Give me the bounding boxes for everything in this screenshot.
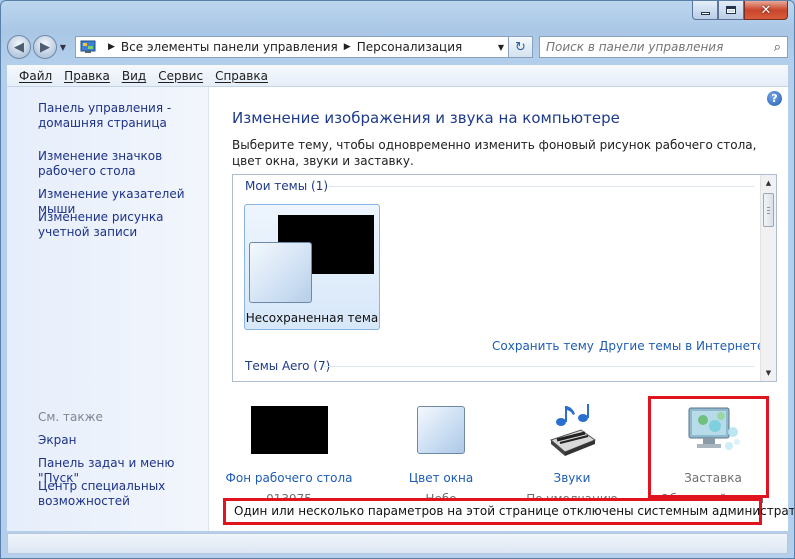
refresh-button[interactable]: ↻ xyxy=(509,36,533,58)
refresh-icon: ↻ xyxy=(515,39,526,55)
search-box[interactable]: ⌕ xyxy=(539,36,788,58)
navigation-bar: ◀ ▶ ▼ ▶ Все элементы панели управления ▶… xyxy=(7,31,788,63)
search-input[interactable] xyxy=(546,40,774,54)
close-icon: ✕ xyxy=(760,2,772,18)
theme-list[interactable]: Мои темы (1) Несохраненная тема Сохранит… xyxy=(232,174,777,382)
theme-window-color-preview xyxy=(249,242,312,303)
menu-bar: Файл Правка Вид Сервис Справка xyxy=(7,65,788,87)
my-themes-header: Мои темы (1) xyxy=(245,179,329,193)
help-icon: ? xyxy=(771,92,778,105)
breadcrumb-separator-icon: ▶ xyxy=(343,42,351,52)
breadcrumb-personalization[interactable]: Персонализация xyxy=(357,40,463,54)
page-description: Выберите тему, чтобы одновременно измени… xyxy=(232,138,757,168)
control-panel-home-link[interactable]: Панель управления - домашняя страница xyxy=(38,101,208,131)
close-button[interactable]: ✕ xyxy=(744,1,788,20)
group-divider xyxy=(329,186,754,187)
personalization-window: ✕ ◀ ▶ ▼ ▶ Все элементы панели управления… xyxy=(0,0,795,559)
menu-tools[interactable]: Сервис xyxy=(152,69,209,83)
sounds-icon xyxy=(550,404,597,456)
menu-edit[interactable]: Правка xyxy=(58,69,116,83)
window-color-label[interactable]: Цвет окна xyxy=(376,471,506,485)
help-button[interactable]: ? xyxy=(767,91,782,106)
address-bar[interactable]: ▶ Все элементы панели управления ▶ Персо… xyxy=(75,36,509,58)
search-icon[interactable]: ⌕ xyxy=(774,40,781,55)
aero-themes-header: Темы Aero (7) xyxy=(245,359,331,373)
change-desktop-icons-link[interactable]: Изменение значков рабочего стола xyxy=(38,149,208,179)
theme-list-scrollbar[interactable]: ▲ ▼ xyxy=(760,175,776,381)
page-title: Изменение изображения и звука на компьют… xyxy=(232,109,620,127)
admin-disabled-notice: Один или несколько параметров на этой ст… xyxy=(223,498,794,525)
menu-file[interactable]: Файл xyxy=(13,69,58,83)
breadcrumb-separator-icon: ▶ xyxy=(108,42,115,52)
maximize-icon xyxy=(726,6,736,14)
back-button[interactable]: ◀ xyxy=(7,35,31,59)
window-color-swatch xyxy=(417,406,465,454)
menu-help[interactable]: Справка xyxy=(209,69,274,83)
sounds-label[interactable]: Звуки xyxy=(507,471,637,485)
minimize-icon xyxy=(700,11,710,15)
minimize-button[interactable] xyxy=(692,1,718,20)
chevron-down-icon: ▼ xyxy=(59,42,67,52)
scroll-down-icon[interactable]: ▼ xyxy=(761,365,776,381)
scroll-thumb[interactable] xyxy=(763,193,774,227)
forward-arrow-icon: ▶ xyxy=(40,39,50,55)
caption-buttons: ✕ xyxy=(692,1,788,21)
desktop-background-label[interactable]: Фон рабочего стола xyxy=(224,471,354,485)
main-panel: ? Изменение изображения и звука на компь… xyxy=(210,87,794,531)
content-area: Панель управления - домашняя страница Из… xyxy=(7,87,794,531)
control-panel-icon xyxy=(80,40,96,53)
forward-button[interactable]: ▶ xyxy=(33,35,57,59)
save-theme-link[interactable]: Сохранить тему xyxy=(492,339,594,353)
display-link[interactable]: Экран xyxy=(38,433,208,448)
unsaved-theme-tile[interactable]: Несохраненная тема xyxy=(244,204,380,330)
desktop-background-thumbnail xyxy=(251,406,328,454)
see-also-title: См. также xyxy=(38,410,103,424)
menu-view[interactable]: Вид xyxy=(116,69,152,83)
status-bar xyxy=(7,533,788,554)
maximize-button[interactable] xyxy=(718,1,744,20)
online-themes-link[interactable]: Другие темы в Интернете xyxy=(599,339,764,353)
scroll-up-icon[interactable]: ▲ xyxy=(761,175,776,191)
unsaved-theme-label: Несохраненная тема xyxy=(245,311,379,325)
recent-pages-dropdown[interactable]: ▼ xyxy=(57,43,69,52)
breadcrumb-all-items[interactable]: Все элементы панели управления xyxy=(121,40,338,54)
screen-saver-highlight xyxy=(648,396,769,498)
ease-of-access-link[interactable]: Центр специальных возможностей xyxy=(38,479,208,509)
group-divider xyxy=(324,366,754,367)
task-pane: Панель управления - домашняя страница Из… xyxy=(7,87,209,531)
back-arrow-icon: ◀ xyxy=(14,39,24,55)
address-dropdown-icon[interactable]: ▼ xyxy=(498,43,504,52)
change-account-picture-link[interactable]: Изменение рисунка учетной записи xyxy=(38,210,208,240)
